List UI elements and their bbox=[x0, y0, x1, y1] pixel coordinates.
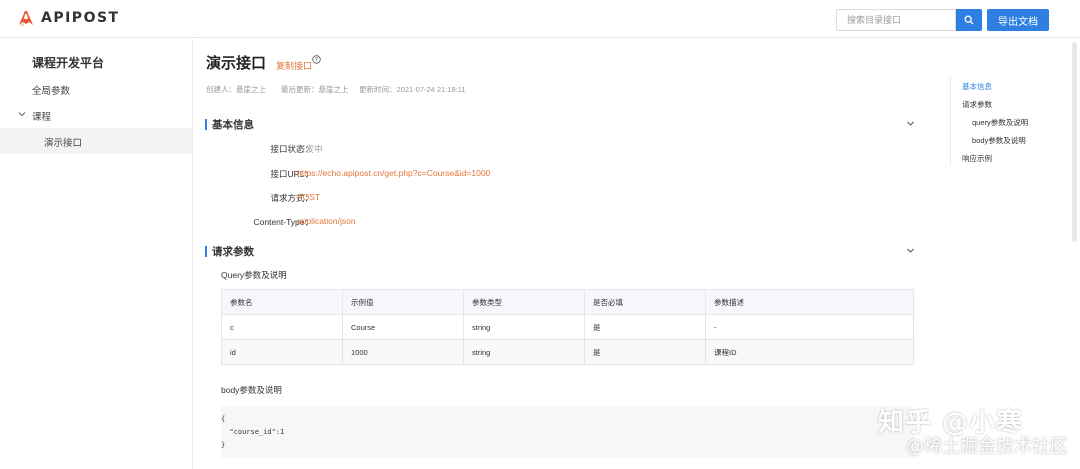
sidebar: 课程开发平台 全局参数 课程 演示接口 bbox=[0, 39, 193, 469]
table-header-row: 参数名 示例值 参数类型 是否必填 参数描述 bbox=[221, 289, 914, 315]
status-value: 开发中 bbox=[297, 144, 323, 154]
content-type-value: application/json bbox=[297, 216, 356, 226]
logo-text: APIPOST bbox=[41, 10, 120, 26]
toc-item-basic-info[interactable]: 基本信息 bbox=[962, 81, 992, 92]
search-icon bbox=[964, 15, 974, 25]
meta-creator: 创建人：悬崖之上 bbox=[206, 85, 266, 94]
table-cell: - bbox=[705, 314, 914, 340]
code-line: "course_id":1 bbox=[221, 428, 285, 436]
toc-item-response-example[interactable]: 响应示例 bbox=[962, 153, 992, 164]
scrollbar[interactable] bbox=[1072, 42, 1077, 242]
status-label: 接口状态： bbox=[270, 144, 313, 154]
toc-item-body-params[interactable]: body参数及说明 bbox=[972, 135, 1026, 146]
column-header: 是否必填 bbox=[584, 289, 706, 315]
body-code-block: { "course_id":1 } bbox=[221, 406, 914, 458]
section-marker bbox=[205, 246, 207, 257]
table-cell: 是 bbox=[584, 339, 706, 365]
section-title: 基本信息 bbox=[212, 119, 254, 131]
table-cell: string bbox=[463, 339, 585, 365]
watermark-juejin: @稀土掘金技术社区 bbox=[906, 436, 1068, 457]
chevron-down-icon[interactable] bbox=[906, 246, 915, 255]
toc-item-request-params[interactable]: 请求参数 bbox=[962, 99, 992, 110]
project-title: 课程开发平台 bbox=[32, 56, 105, 70]
table-cell: 是 bbox=[584, 314, 706, 340]
search-input[interactable] bbox=[836, 9, 956, 31]
column-header: 参数名 bbox=[221, 289, 343, 315]
table-row: id 1000 string 是 课程ID bbox=[221, 339, 914, 365]
url-label: 接口URL： bbox=[270, 169, 313, 179]
table-cell: 课程ID bbox=[705, 339, 914, 365]
export-doc-button[interactable]: 导出文档 bbox=[987, 9, 1049, 31]
chevron-down-icon[interactable] bbox=[18, 110, 26, 118]
top-header: APIPOST 导出文档 bbox=[0, 0, 1080, 38]
code-line: } bbox=[221, 441, 226, 449]
column-header: 参数描述 bbox=[705, 289, 914, 315]
query-params-table: 参数名 示例值 参数类型 是否必填 参数描述 c Course string 是… bbox=[221, 289, 914, 365]
question-icon[interactable]: ? bbox=[312, 55, 321, 64]
meta-updated-time: 更新时间：2021-07-24 21:18:11 bbox=[359, 85, 466, 94]
meta-updater: 最后更新：悬崖之上 bbox=[281, 85, 349, 94]
page-title: 演示接口 bbox=[206, 55, 267, 72]
search-button[interactable] bbox=[956, 9, 982, 31]
table-cell: string bbox=[463, 314, 585, 340]
sidebar-item-demo-api[interactable]: 演示接口 bbox=[44, 135, 82, 149]
logo[interactable]: APIPOST bbox=[16, 8, 120, 28]
copy-api-link[interactable]: 复制接口 bbox=[276, 59, 312, 72]
column-header: 参数类型 bbox=[463, 289, 585, 315]
code-line: { bbox=[221, 415, 226, 423]
query-params-title: Query参数及说明 bbox=[221, 270, 287, 280]
table-cell: Course bbox=[342, 314, 464, 340]
section-marker bbox=[205, 119, 207, 130]
table-of-contents: 基本信息 请求参数 query参数及说明 body参数及说明 响应示例 bbox=[950, 76, 1070, 166]
content-type-label: Content-Type： bbox=[253, 217, 313, 227]
sidebar-item-global-params[interactable]: 全局参数 bbox=[32, 83, 70, 97]
table-cell: 1000 bbox=[342, 339, 464, 365]
table-cell: id bbox=[221, 339, 343, 365]
chevron-down-icon[interactable] bbox=[906, 119, 915, 128]
table-cell: c bbox=[221, 314, 343, 340]
toc-item-query-params[interactable]: query参数及说明 bbox=[972, 117, 1028, 128]
method-value: POST bbox=[297, 192, 321, 202]
sidebar-folder-course[interactable]: 课程 bbox=[32, 109, 51, 123]
body-params-title: body参数及说明 bbox=[221, 385, 282, 395]
svg-text:?: ? bbox=[315, 57, 318, 64]
section-request-params[interactable]: 请求参数 bbox=[205, 244, 254, 259]
method-label: 请求方式： bbox=[270, 193, 313, 203]
sidebar-item-active-bg bbox=[0, 128, 192, 154]
table-row: c Course string 是 - bbox=[221, 314, 914, 340]
url-value[interactable]: https://echo.apipost.cn/get.php?c=Course… bbox=[297, 168, 490, 178]
section-basic-info[interactable]: 基本信息 bbox=[205, 117, 254, 132]
section-title: 请求参数 bbox=[212, 246, 254, 258]
column-header: 示例值 bbox=[342, 289, 464, 315]
rocket-logo-icon bbox=[19, 11, 33, 26]
